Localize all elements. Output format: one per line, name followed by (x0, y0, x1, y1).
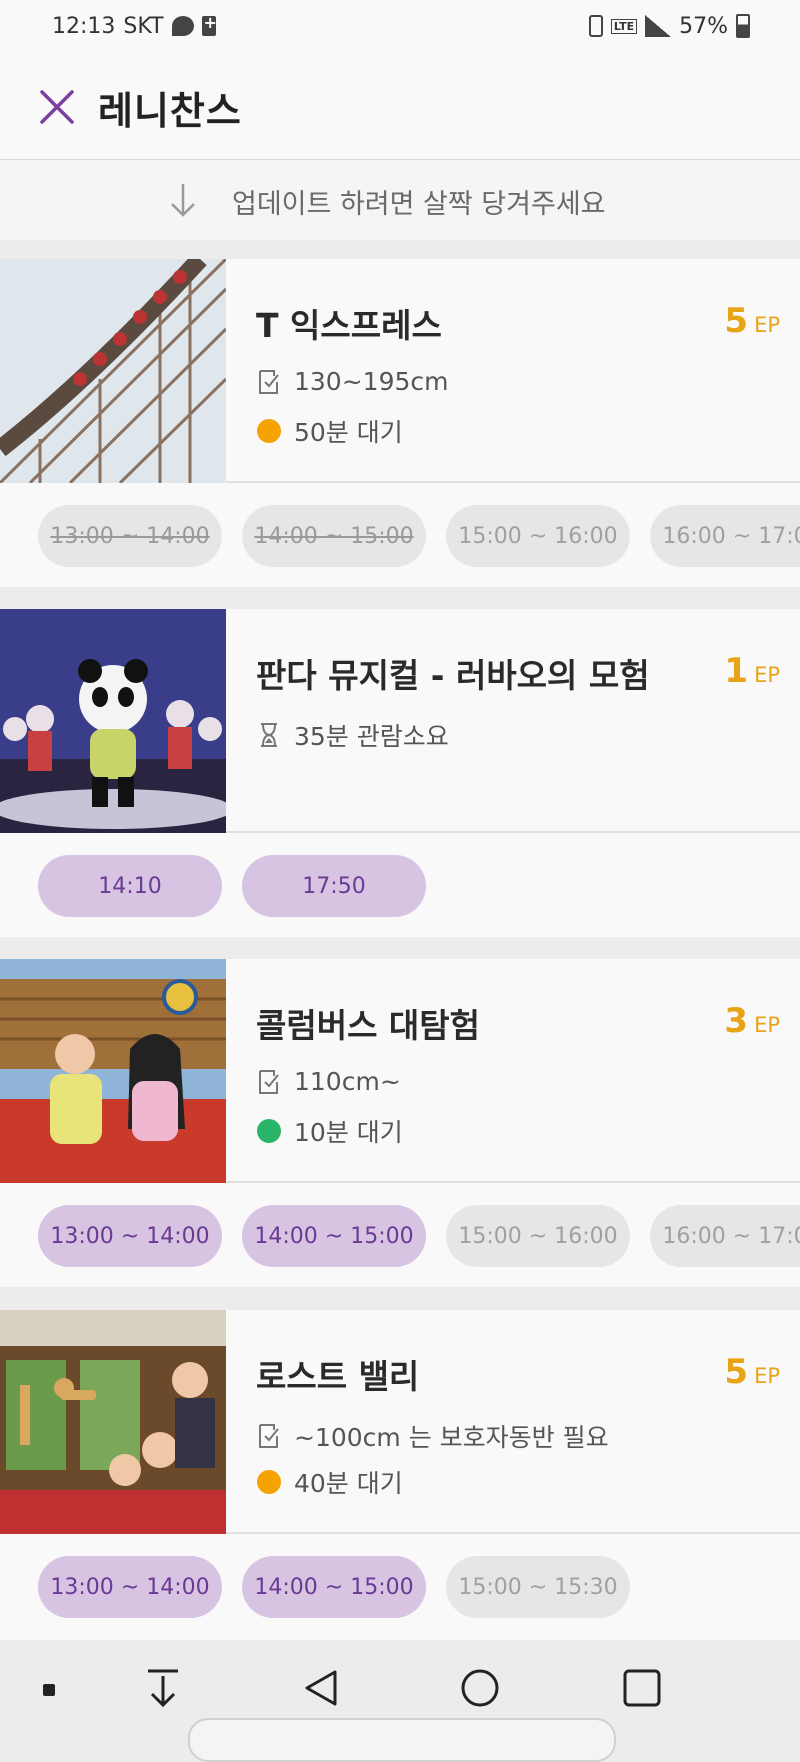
page-title: 레니찬스 (98, 89, 242, 133)
height-requirement: 110cm~ (256, 1067, 401, 1096)
attraction-card-t-express: T 익스프레스 5 EP 130~195cm 50분 대기 13:00 ~ 14… (0, 259, 800, 587)
wait-time: 40분 대기 (256, 1464, 403, 1500)
arrow-down-icon (171, 184, 195, 217)
pull-hint-text: 업데이트 하려면 살짝 당겨주세요 (232, 189, 606, 220)
time-slot[interactable]: 16:00 ~ 17:00 (650, 505, 800, 567)
time-slot[interactable]: 16:00 ~ 17:00 (650, 1205, 800, 1267)
hourglass-icon (256, 721, 282, 749)
attraction-thumbnail (0, 959, 226, 1183)
time-slot[interactable]: 14:00 ~ 15:00 (242, 1205, 426, 1267)
nav-back-button[interactable] (302, 1668, 340, 1712)
signal-icon (645, 15, 672, 37)
time-slot[interactable]: 13:00 ~ 14:00 (38, 1556, 222, 1618)
lte-icon: LTE (610, 18, 638, 34)
nav-recents-icon (623, 1669, 661, 1707)
ep-count: 5 (724, 301, 749, 341)
ep-badge: 5 EP (724, 1352, 780, 1392)
close-button[interactable] (38, 88, 76, 126)
wait-status-dot (257, 1119, 281, 1143)
ep-unit: EP (754, 1013, 780, 1037)
ep-badge: 3 EP (724, 1001, 780, 1041)
vibrate-icon (588, 15, 603, 37)
time-slot[interactable]: 14:10 (38, 855, 222, 917)
time-slot-list: 13:00 ~ 14:00 14:00 ~ 15:00 15:00 ~ 16:0… (0, 483, 800, 587)
nav-recents-button[interactable] (622, 1668, 662, 1712)
attraction-thumbnail (0, 1310, 226, 1534)
time-slot[interactable]: 15:00 ~ 15:30 (446, 1556, 630, 1618)
ep-count: 5 (724, 1352, 749, 1392)
nav-download-button[interactable] (144, 1668, 182, 1712)
attraction-card-header[interactable]: 콜럼버스 대탐험 3 EP 110cm~ 10분 대기 (0, 959, 800, 1183)
time-slot[interactable]: 15:00 ~ 16:00 (446, 505, 630, 567)
time-slot-list: 14:10 17:50 (0, 833, 800, 937)
chat-bubble-icon (171, 16, 194, 36)
time-slot[interactable]: 17:50 (242, 855, 426, 917)
attraction-thumbnail (0, 609, 226, 833)
ep-badge: 1 EP (724, 651, 780, 691)
battery-percent: 57% (679, 13, 728, 39)
gesture-handle[interactable] (188, 1718, 616, 1762)
attraction-name: 로스트 밸리 (256, 1357, 420, 1396)
ep-count: 3 (724, 1001, 749, 1041)
ep-unit: EP (754, 1364, 780, 1388)
ep-unit: EP (754, 663, 780, 687)
attraction-name: T 익스프레스 (256, 306, 442, 345)
nav-dot-icon (43, 1684, 55, 1696)
wait-status-dot (257, 1470, 281, 1494)
attraction-card-lost-valley: 로스트 밸리 5 EP ~100cm 는 보호자동반 필요 40분 대기 13:… (0, 1310, 800, 1640)
nav-back-icon (305, 1670, 337, 1706)
show-duration: 35분 관람소요 (256, 717, 449, 753)
height-check-icon (256, 1422, 282, 1450)
nav-download-icon (148, 1669, 178, 1708)
attraction-name: 콜럼버스 대탐험 (256, 1006, 481, 1045)
wait-time: 50분 대기 (256, 413, 403, 449)
nav-dot-button[interactable] (42, 1682, 56, 1701)
nav-home-icon (461, 1669, 499, 1707)
wait-time: 10분 대기 (256, 1113, 403, 1149)
ep-count: 1 (724, 651, 749, 691)
ep-badge: 5 EP (724, 301, 780, 341)
header: 레니찬스 (0, 52, 800, 160)
height-check-icon (256, 1068, 282, 1096)
attraction-card-header[interactable]: 판다 뮤지컬 - 러바오의 모험 1 EP 35분 관람소요 (0, 609, 800, 833)
height-check-icon (256, 368, 282, 396)
attraction-name: 판다 뮤지컬 - 러바오의 모험 (256, 656, 650, 695)
time-slot: 13:00 ~ 14:00 (38, 505, 222, 567)
time-slot[interactable]: 13:00 ~ 14:00 (38, 1205, 222, 1267)
attraction-card-panda-musical: 판다 뮤지컬 - 러바오의 모험 1 EP 35분 관람소요 14:10 17:… (0, 609, 800, 937)
attraction-card-header[interactable]: 로스트 밸리 5 EP ~100cm 는 보호자동반 필요 40분 대기 (0, 1310, 800, 1534)
status-bar: 12:13 SKT LTE 57% (0, 0, 800, 52)
time-slot[interactable]: 14:00 ~ 15:00 (242, 1556, 426, 1618)
status-carrier: SKT (123, 13, 164, 39)
nav-home-button[interactable] (460, 1668, 500, 1712)
height-requirement: 130~195cm (256, 367, 448, 396)
close-icon (40, 90, 74, 124)
attraction-thumbnail (0, 259, 226, 483)
time-slot[interactable]: 15:00 ~ 16:00 (446, 1205, 630, 1267)
time-slot-list: 13:00 ~ 14:00 14:00 ~ 15:00 15:00 ~ 16:0… (0, 1183, 800, 1287)
battery-icon (736, 14, 750, 38)
ep-unit: EP (754, 313, 780, 337)
status-time: 12:13 (52, 13, 116, 39)
time-slot: 14:00 ~ 15:00 (242, 505, 426, 567)
time-slot-list: 13:00 ~ 14:00 14:00 ~ 15:00 15:00 ~ 15:3… (0, 1534, 800, 1640)
battery-saver-icon (201, 13, 217, 36)
attraction-card-columbus: 콜럼버스 대탐험 3 EP 110cm~ 10분 대기 13:00 ~ 14:0… (0, 959, 800, 1287)
height-requirement: ~100cm 는 보호자동반 필요 (256, 1418, 609, 1454)
attraction-card-header[interactable]: T 익스프레스 5 EP 130~195cm 50분 대기 (0, 259, 800, 483)
wait-status-dot (257, 419, 281, 443)
pull-to-refresh-hint: 업데이트 하려면 살짝 당겨주세요 (0, 160, 800, 240)
